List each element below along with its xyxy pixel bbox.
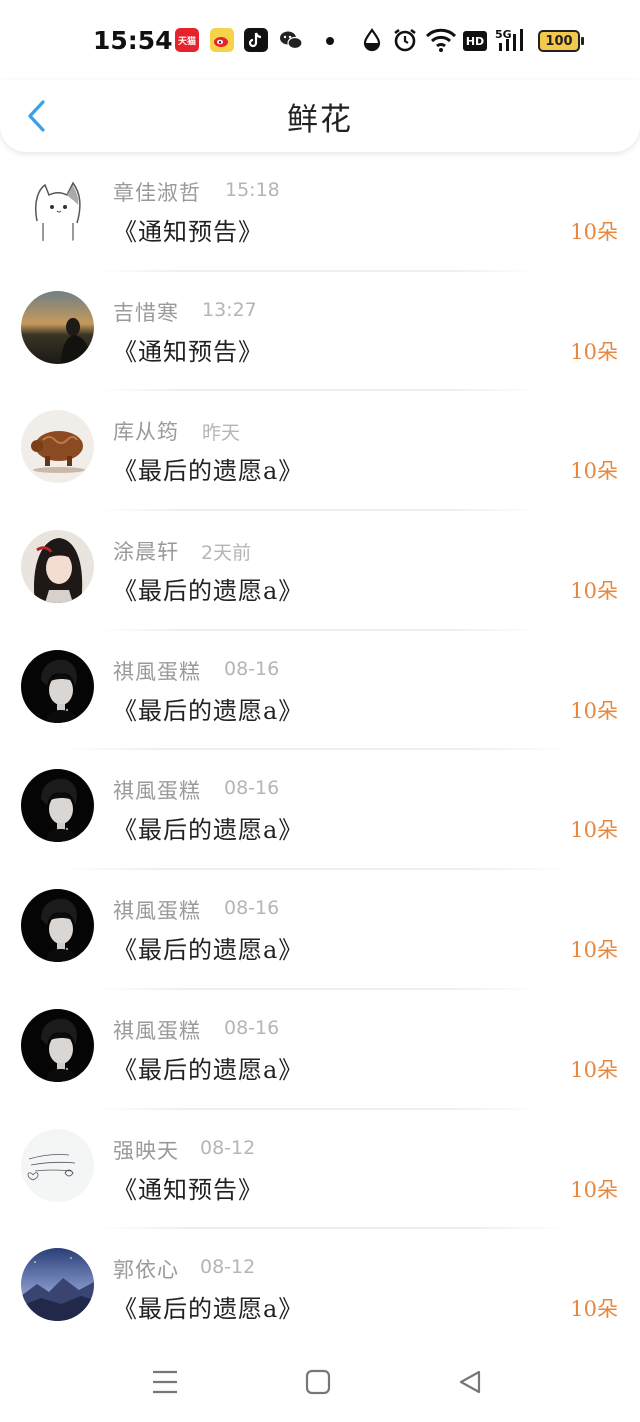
book-title: 《最后的遗愿a》 bbox=[113, 1055, 304, 1084]
system-nav-bar bbox=[0, 1342, 640, 1422]
sender-name: 郭依心 bbox=[113, 1258, 179, 1283]
data-saver-icon bbox=[363, 28, 381, 52]
avatar[interactable] bbox=[21, 1128, 94, 1202]
status-time: 15:54 bbox=[93, 26, 173, 55]
flower-count: 10朵 bbox=[570, 579, 618, 604]
flower-count: 10朵 bbox=[570, 339, 618, 364]
list-item[interactable]: 章佳淑哲 15:18 《通知预告》 10朵 bbox=[0, 152, 640, 272]
send-time: 08-12 bbox=[200, 1136, 256, 1159]
tiktok-icon bbox=[244, 28, 268, 52]
avatar[interactable] bbox=[21, 1248, 94, 1322]
book-title: 《通知预告》 bbox=[113, 1175, 263, 1204]
send-time: 08-12 bbox=[200, 1256, 256, 1279]
send-time: 13:27 bbox=[202, 298, 257, 321]
book-title: 《最后的遗愿a》 bbox=[113, 1295, 304, 1324]
flower-list: 章佳淑哲 15:18 《通知预告》 10朵 吉惜寒 13:27 《通知预告》 10朵 库从筠 昨天… bbox=[0, 152, 640, 1342]
alarm-icon bbox=[394, 28, 416, 52]
avatar[interactable] bbox=[21, 410, 94, 484]
svg-text:5G: 5G bbox=[495, 28, 512, 41]
signal-icon: 5G bbox=[495, 28, 523, 51]
flower-count: 10朵 bbox=[570, 698, 618, 723]
status-bar: 15:54 天猫 HD 5G 100 bbox=[0, 0, 640, 80]
book-title: 《最后的遗愿a》 bbox=[113, 457, 304, 486]
sender-name: 库从筠 bbox=[113, 420, 179, 445]
send-time: 08-16 bbox=[224, 777, 280, 800]
flower-count: 10朵 bbox=[570, 938, 618, 963]
avatar[interactable] bbox=[21, 290, 94, 364]
list-item[interactable]: 吉惜寒 13:27 《通知预告》 10朵 bbox=[0, 272, 640, 392]
book-title: 《最后的遗愿a》 bbox=[113, 816, 304, 845]
app-header: 鲜花 bbox=[0, 80, 640, 152]
send-time: 昨天 bbox=[202, 422, 241, 445]
wechat-icon bbox=[279, 28, 303, 52]
flower-count: 10朵 bbox=[570, 818, 618, 843]
avatar[interactable] bbox=[21, 769, 94, 843]
send-time: 08-16 bbox=[224, 1016, 280, 1039]
sender-name: 涂晨轩 bbox=[113, 540, 179, 565]
list-item[interactable]: 强映天 08-12 《通知预告》 10朵 bbox=[0, 1110, 640, 1230]
sender-name: 章佳淑哲 bbox=[113, 181, 201, 205]
hd-badge: HD bbox=[463, 31, 487, 51]
battery-indicator: 100 bbox=[538, 30, 584, 52]
list-item[interactable]: 库从筠 昨天《最后的遗愿a》 10朵 bbox=[0, 391, 640, 512]
flower-count: 10朵 bbox=[570, 1057, 618, 1082]
flower-count: 10朵 bbox=[570, 1297, 618, 1322]
notification-dot bbox=[326, 37, 334, 45]
menu-button[interactable] bbox=[145, 1362, 185, 1402]
avatar[interactable] bbox=[21, 171, 94, 244]
avatar[interactable] bbox=[21, 530, 94, 604]
book-title: 《通知预告》 bbox=[113, 337, 263, 366]
home-icon bbox=[305, 1369, 331, 1395]
avatar[interactable] bbox=[21, 1008, 94, 1082]
home-button[interactable] bbox=[298, 1362, 338, 1402]
book-title: 《最后的遗愿a》 bbox=[113, 936, 304, 965]
back-triangle-icon bbox=[459, 1370, 481, 1394]
sender-name: 吉惜寒 bbox=[113, 300, 179, 325]
list-item[interactable]: 涂晨轩 2天前《最后的遗愿a》 10朵 bbox=[0, 511, 640, 631]
flower-count: 10朵 bbox=[570, 1177, 618, 1202]
send-time: 08-16 bbox=[224, 657, 280, 680]
avatar[interactable] bbox=[21, 889, 94, 963]
book-title: 《最后的遗愿a》 bbox=[113, 696, 304, 725]
flower-count: 10朵 bbox=[570, 459, 618, 484]
weibo-icon bbox=[210, 28, 234, 52]
menu-icon bbox=[153, 1370, 177, 1394]
back-nav-button[interactable] bbox=[450, 1362, 490, 1402]
send-time: 15:18 bbox=[225, 179, 280, 201]
sender-name: 祺風蛋糕 bbox=[113, 1018, 201, 1043]
book-title: 《最后的遗愿a》 bbox=[113, 577, 304, 606]
tmall-icon: 天猫 bbox=[175, 28, 199, 52]
send-time: 2天前 bbox=[201, 542, 252, 565]
avatar[interactable] bbox=[21, 649, 94, 723]
list-item[interactable]: 祺風蛋糕 08-16 《最后的遗愿a》 10朵 bbox=[0, 870, 640, 990]
list-item[interactable]: 祺風蛋糕 08-16 《最后的遗愿a》 10朵 bbox=[0, 750, 640, 871]
wifi-icon bbox=[425, 28, 457, 52]
list-item[interactable]: 祺風蛋糕 08-16 《最后的遗愿a》 10朵 bbox=[0, 990, 640, 1110]
book-title: 《通知预告》 bbox=[113, 218, 263, 246]
sender-name: 祺風蛋糕 bbox=[113, 659, 201, 684]
sender-name: 强映天 bbox=[113, 1138, 179, 1163]
list-item[interactable]: 祺風蛋糕 08-16 《最后的遗愿a》 10朵 bbox=[0, 631, 640, 751]
list-item[interactable]: 郭依心 08-12 《最后的遗愿a》 10朵 bbox=[0, 1229, 640, 1342]
sender-name: 祺風蛋糕 bbox=[113, 779, 201, 804]
send-time: 08-16 bbox=[224, 897, 280, 920]
sender-name: 祺風蛋糕 bbox=[113, 899, 201, 924]
page-title: 鲜花 bbox=[287, 102, 353, 138]
flower-count: 10朵 bbox=[570, 220, 618, 244]
